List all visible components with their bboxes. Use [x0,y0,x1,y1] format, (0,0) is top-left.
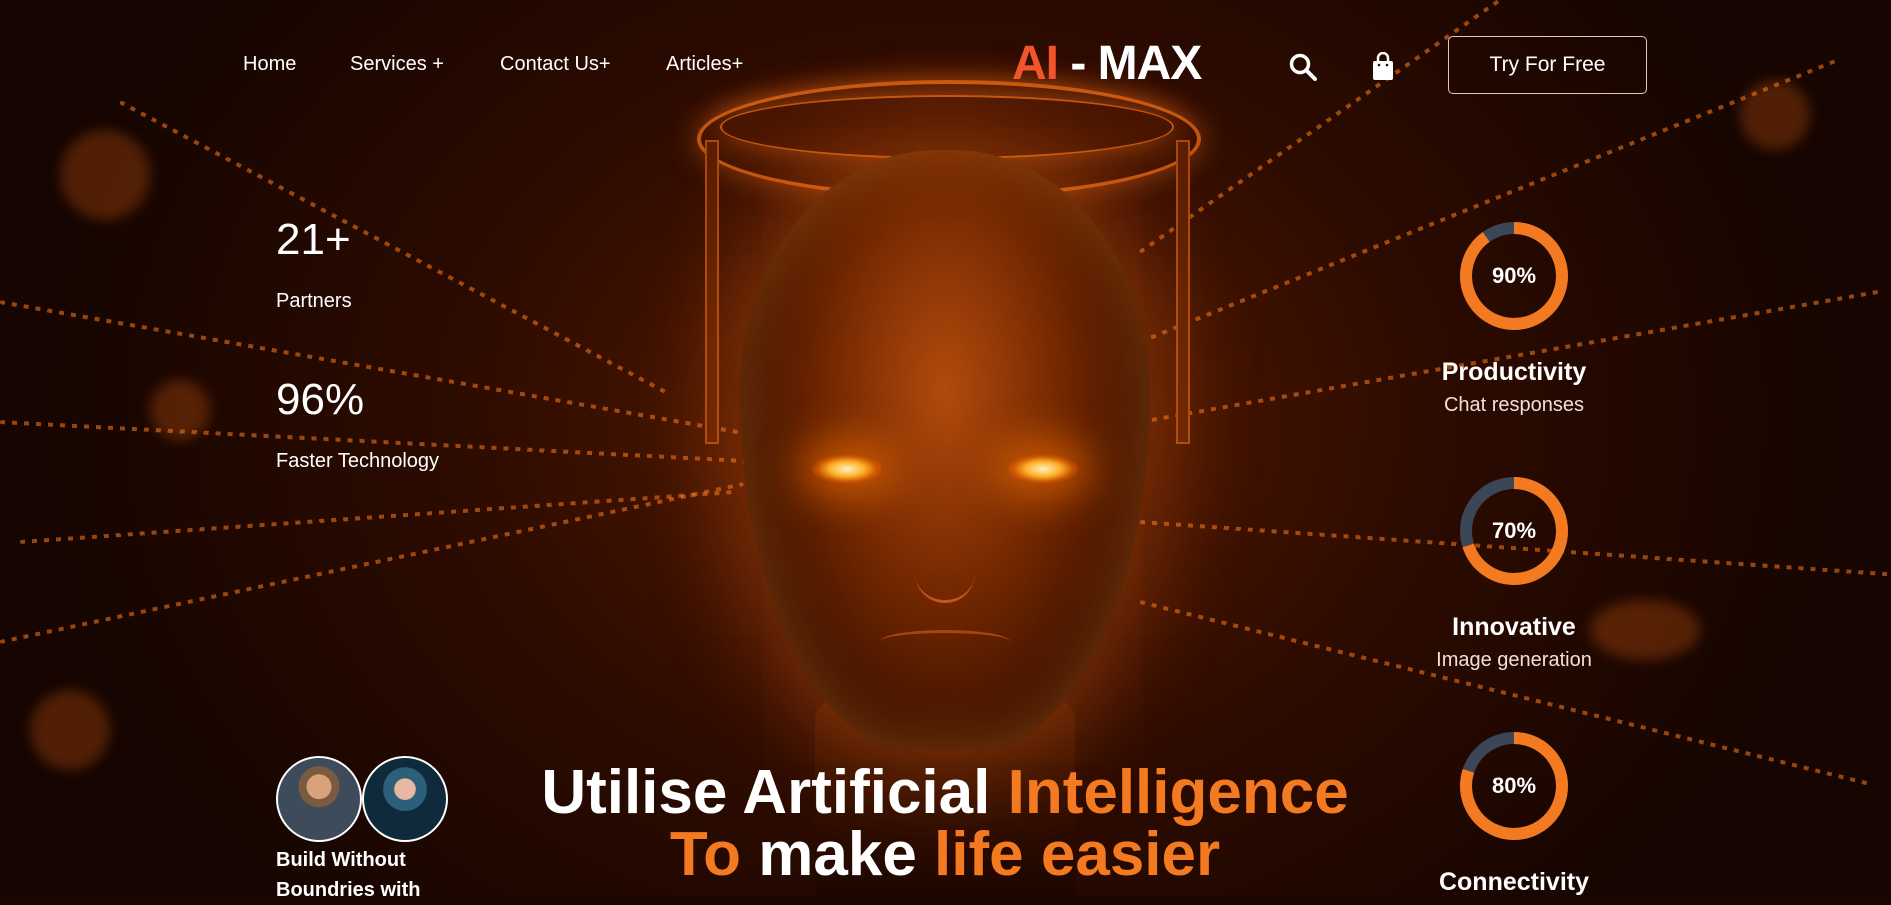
glowing-eye [1008,454,1078,484]
shopping-bag-icon[interactable] [1371,51,1395,82]
gauge-subtitle: Chat responses [1443,394,1585,416]
stat-value: 21+ [276,215,351,264]
headline-segment: make [758,820,935,889]
gauge-title: Innovative [1452,613,1576,641]
robot-head-illustration [740,150,1150,750]
top-navigation: Home Services + Contact Us+ Articles+ AI… [0,0,1891,130]
stat-label: Partners [276,290,352,312]
nav-services-link[interactable]: Services + [350,53,444,76]
logo-ai-text: AI [1012,37,1059,90]
progress-ring: 70% [1458,475,1570,587]
gauge-percent: 90% [1491,263,1537,288]
gauge-title: Productivity [1441,358,1587,386]
gauge-percent: 80% [1491,773,1537,798]
headline-highlight: life easier [934,820,1221,889]
progress-ring: 90% [1458,220,1570,332]
glowing-eye [812,454,882,484]
stat-value: 96% [276,375,365,424]
gauge-percent: 70% [1491,518,1537,543]
gauge-subtitle: Image generation [1436,649,1592,671]
try-for-free-button[interactable]: Try For Free [1448,36,1647,94]
avatar [276,756,362,842]
headline-highlight: Intelligence [1007,758,1349,827]
site-logo[interactable]: AI - MAX [1012,37,1202,90]
nav-contact-link[interactable]: Contact Us+ [500,53,611,76]
headline-segment: Utilise Artificial [541,758,1008,827]
community-text: Build Without Boundries with [276,849,421,901]
stat-label: Faster Technology [276,450,440,472]
progress-ring: 80% [1458,730,1570,842]
nav-articles-link[interactable]: Articles+ [666,53,743,76]
nav-home-link[interactable]: Home [243,53,296,76]
search-icon[interactable] [1288,52,1318,82]
hero-headline: Utilise Artificial Intelligence To make … [430,762,1460,886]
headline-highlight: To [669,820,759,889]
logo-max-text: - MAX [1058,37,1202,90]
